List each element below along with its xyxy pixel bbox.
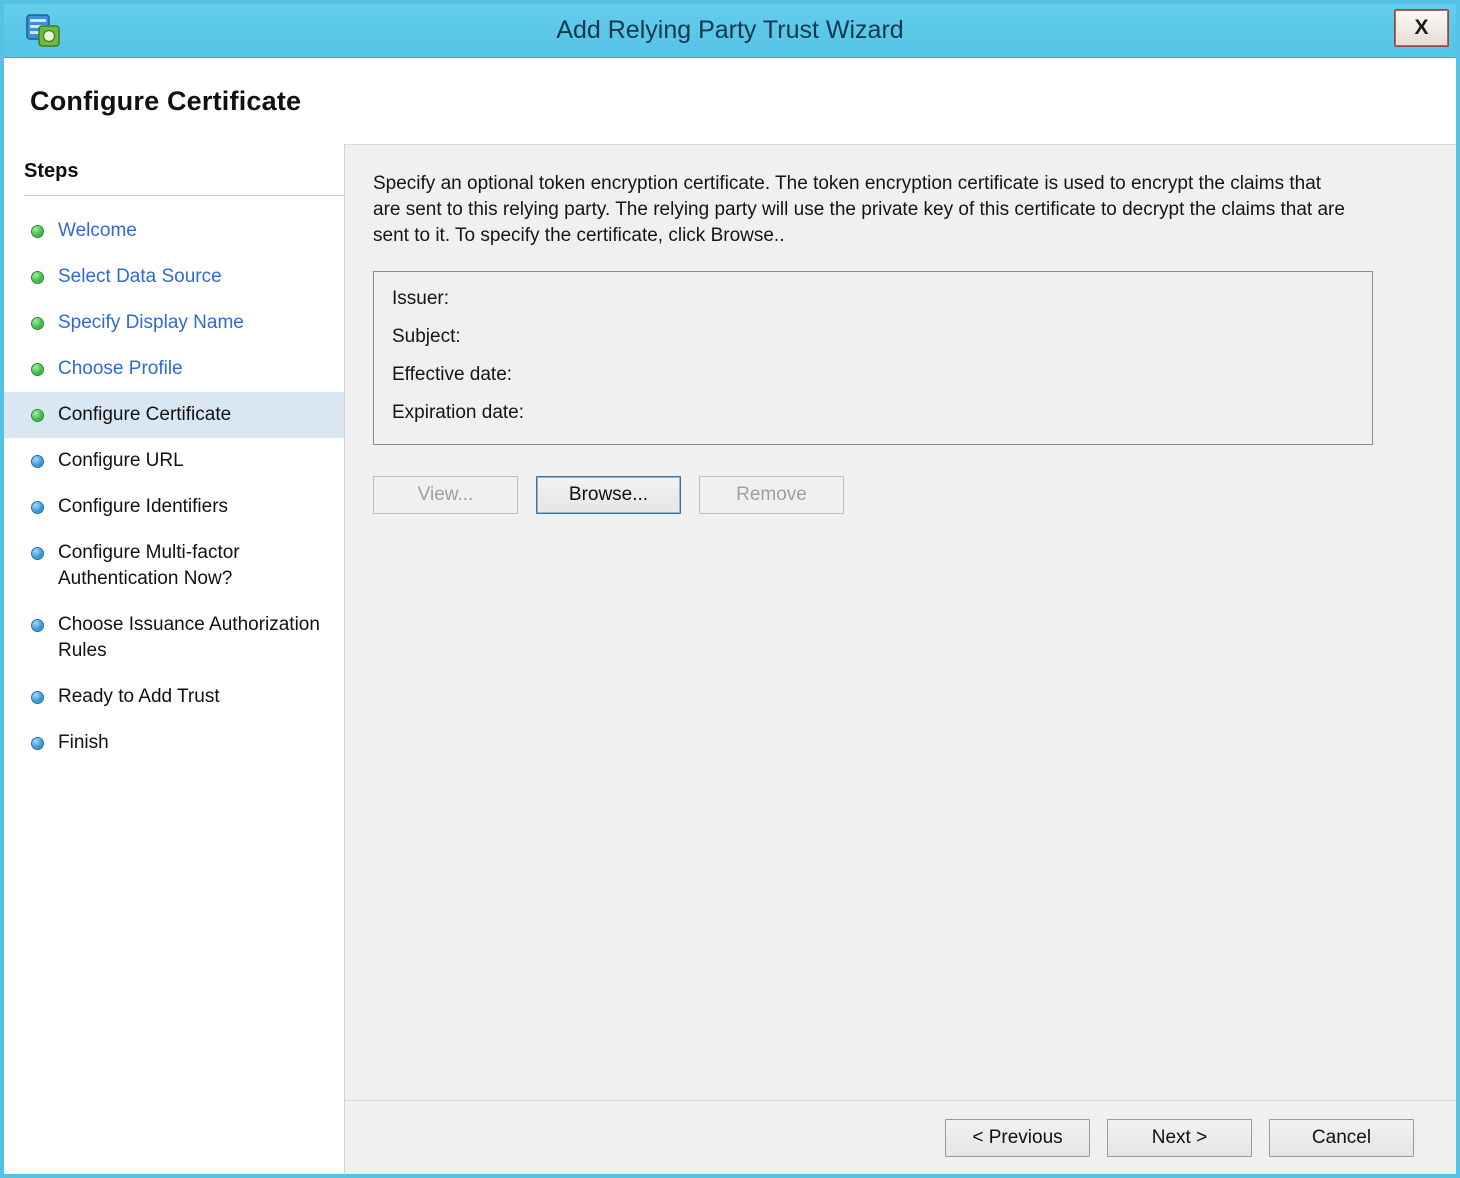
description-text: Specify an optional token encryption cer… <box>373 173 1345 246</box>
step-configure-identifiers: Configure Identifiers <box>4 484 344 530</box>
step-upcoming-icon <box>31 547 44 560</box>
view-button: View... <box>373 476 518 514</box>
step-upcoming-icon <box>31 619 44 632</box>
effective-date-label: Effective date: <box>392 364 513 385</box>
page-header: Configure Certificate <box>4 58 1456 144</box>
cancel-button[interactable]: Cancel <box>1269 1118 1414 1157</box>
step-welcome[interactable]: Welcome <box>4 208 344 254</box>
step-choose-issuance-authorization-rules: Choose Issuance Authorization Rules <box>4 602 344 674</box>
step-upcoming-icon <box>31 737 44 750</box>
step-current-icon <box>31 409 44 422</box>
step-configure-url: Configure URL <box>4 438 344 484</box>
browse-button[interactable]: Browse... <box>536 476 681 514</box>
wizard-window: Add Relying Party Trust Wizard X Configu… <box>0 0 1460 1178</box>
steps-list: Welcome Select Data Source Specify Displ… <box>4 208 344 766</box>
subject-label: Subject: <box>392 326 461 347</box>
previous-button[interactable]: < Previous <box>945 1118 1090 1157</box>
step-upcoming-icon <box>31 691 44 704</box>
steps-heading: Steps <box>24 154 344 196</box>
step-completed-icon <box>31 225 44 238</box>
window-title: Add Relying Party Trust Wizard <box>556 16 904 44</box>
step-completed-icon <box>31 271 44 284</box>
step-upcoming-icon <box>31 501 44 514</box>
wizard-content: Specify an optional token encryption cer… <box>345 145 1456 1100</box>
step-select-data-source[interactable]: Select Data Source <box>4 254 344 300</box>
expiration-date-label: Expiration date: <box>392 402 525 423</box>
remove-button: Remove <box>699 476 844 514</box>
certificate-details-box: Issuer: Subject: Effective date: Expirat… <box>373 271 1373 445</box>
wizard-icon <box>24 12 62 50</box>
step-completed-icon <box>31 317 44 330</box>
titlebar: Add Relying Party Trust Wizard X <box>4 4 1456 58</box>
issuer-label: Issuer: <box>392 288 450 309</box>
step-upcoming-icon <box>31 455 44 468</box>
next-button[interactable]: Next > <box>1107 1118 1252 1157</box>
step-finish: Finish <box>4 720 344 766</box>
page-title: Configure Certificate <box>30 85 302 116</box>
certificate-actions: View... Browse... Remove <box>373 476 1398 514</box>
step-ready-to-add-trust: Ready to Add Trust <box>4 674 344 720</box>
step-configure-mfa: Configure Multi-factor Authentication No… <box>4 530 344 602</box>
step-configure-certificate[interactable]: Configure Certificate <box>4 392 344 438</box>
step-specify-display-name[interactable]: Specify Display Name <box>4 300 344 346</box>
wizard-footer: < Previous Next > Cancel <box>345 1100 1456 1174</box>
steps-panel: Steps Welcome Select Data Source Specify… <box>4 144 345 1174</box>
step-completed-icon <box>31 363 44 376</box>
step-choose-profile[interactable]: Choose Profile <box>4 346 344 392</box>
close-button[interactable]: X <box>1394 9 1449 47</box>
